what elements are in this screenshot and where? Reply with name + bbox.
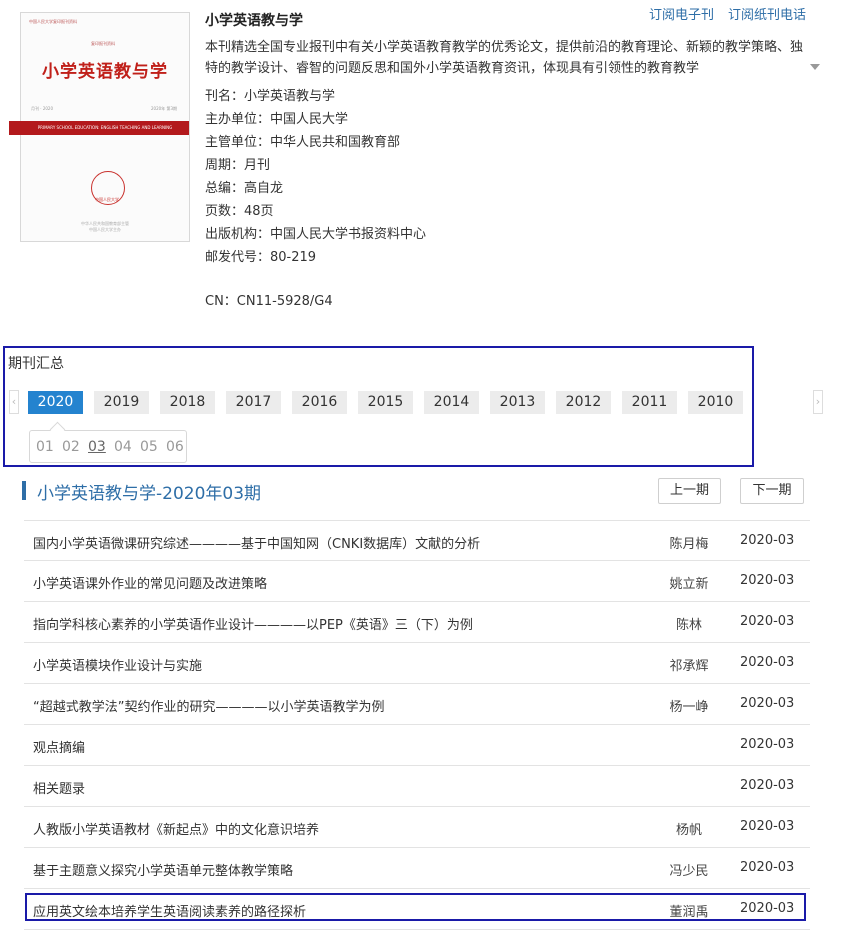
article-date: 2020-03 [740, 819, 795, 834]
article-date: 2020-03 [740, 860, 795, 875]
meta-sponsor: 主办单位：中国人民大学 [205, 112, 349, 127]
cover-band-text: PRIMARY SCHOOL EDUCATION: ENGLISH TEACHI… [37, 125, 173, 130]
article-title-link[interactable]: 相关题录 [33, 778, 643, 797]
article-date: 2020-03 [740, 533, 795, 548]
month-02[interactable]: 02 [62, 439, 82, 455]
article-title-link[interactable]: 基于主题意义探究小学英语单元整体教学策略 [33, 860, 643, 879]
article-date: 2020-03 [740, 778, 795, 793]
article-row: “超越式教学法”契约作业的研究————以小学英语教学为例 杨一峥 2020-03 [24, 684, 810, 725]
issue-title: 小学英语教与学-2020年03期 [37, 484, 262, 504]
article-row: 相关题录 2020-03 [24, 766, 810, 807]
article-date: 2020-03 [740, 696, 795, 711]
cover-sub-text: 复印报刊资料 [91, 41, 115, 46]
article-title-link[interactable]: 小学英语课外作业的常见问题及改进策略 [33, 573, 643, 592]
year-2013[interactable]: 2013 [490, 391, 545, 414]
article-date: 2020-03 [740, 573, 795, 588]
article-row: 小学英语模块作业设计与实施 祁承辉 2020-03 [24, 643, 810, 684]
year-2010[interactable]: 2010 [688, 391, 743, 414]
article-title-link[interactable]: 人教版小学英语教材《新起点》中的文化意识培养 [33, 819, 643, 838]
article-title-link[interactable]: “超越式教学法”契约作业的研究————以小学英语教学为例 [33, 696, 643, 715]
issue-title-accent-bar [22, 481, 26, 500]
article-list: 国内小学英语微课研究综述————基于中国知网（CNKI数据库）文献的分析 陈月梅… [24, 520, 810, 930]
cover-red-band: PRIMARY SCHOOL EDUCATION: ENGLISH TEACHI… [9, 121, 189, 135]
journal-cn: CN：CN11-5928/G4 [205, 294, 333, 309]
expand-description-icon[interactable] [810, 64, 820, 70]
meta-name: 刊名：小学英语教与学 [205, 89, 336, 104]
article-row: 指向学科核心素养的小学英语作业设计————以PEP《英语》三（下）为例 陈林 2… [24, 602, 810, 643]
cover-meta-right: 2020年 第3期 [151, 106, 177, 111]
article-author[interactable]: 杨一峥 [664, 696, 714, 715]
year-2011[interactable]: 2011 [622, 391, 677, 414]
meta-postcode: 邮发代号：80-219 [205, 250, 317, 265]
month-01[interactable]: 01 [36, 439, 56, 455]
year-list: 2020 2019 2018 2017 2016 2015 2014 2013 … [28, 391, 743, 414]
cover-top-text: 中国人民大学复印报刊资料 [29, 19, 77, 24]
year-2018[interactable]: 2018 [160, 391, 215, 414]
month-06[interactable]: 06 [166, 439, 186, 455]
article-author[interactable]: 祁承辉 [664, 655, 714, 674]
meta-supervisor: 主管单位：中华人民共和国教育部 [205, 135, 401, 150]
article-title-link[interactable]: 小学英语模块作业设计与实施 [33, 655, 643, 674]
prev-issue-button[interactable]: 上一期 [658, 478, 721, 504]
journal-cover[interactable]: 中国人民大学复印报刊资料 复印报刊资料 小学英语教与学 月刊 · 2020 20… [9, 12, 190, 242]
year-2015[interactable]: 2015 [358, 391, 413, 414]
year-prev-arrow-icon[interactable]: ‹ [9, 390, 19, 414]
article-author[interactable]: 杨帆 [664, 819, 714, 838]
article-date: 2020-03 [740, 614, 795, 629]
month-04[interactable]: 04 [114, 439, 134, 455]
article-row: 国内小学英语微课研究综述————基于中国知网（CNKI数据库）文献的分析 陈月梅… [24, 520, 810, 561]
journal-meta: 刊名：小学英语教与学 主办单位：中国人民大学 主管单位：中华人民共和国教育部 周… [205, 85, 426, 269]
archive-heading: 期刊汇总 [8, 356, 64, 372]
cover-title: 小学英语教与学 [42, 62, 168, 82]
article-row: 小学英语课外作业的常见问题及改进策略 姚立新 2020-03 [24, 561, 810, 602]
next-issue-button[interactable]: 下一期 [740, 478, 804, 504]
cover-meta-left: 月刊 · 2020 [31, 106, 53, 111]
journal-title: 小学英语教与学 [205, 13, 303, 29]
meta-editor: 总编：高自龙 [205, 181, 284, 196]
article-date: 2020-03 [740, 737, 795, 752]
meta-pages: 页数：48页 [205, 204, 274, 219]
article-author[interactable]: 陈林 [664, 614, 714, 633]
article-row: 人教版小学英语教材《新起点》中的文化意识培养 杨帆 2020-03 [24, 807, 810, 848]
year-2019[interactable]: 2019 [94, 391, 149, 414]
article-highlight-box [25, 893, 806, 921]
month-05[interactable]: 05 [140, 439, 160, 455]
article-author[interactable]: 冯少民 [664, 860, 714, 879]
cover-seal-text: 中国人民大学 [95, 197, 119, 202]
subscribe-e-link[interactable]: 订阅电子刊 [649, 8, 714, 23]
subscribe-paper-link[interactable]: 订阅纸刊电话 [728, 8, 806, 23]
month-03[interactable]: 03 [88, 439, 108, 455]
year-next-arrow-icon[interactable]: › [813, 390, 823, 414]
meta-cycle: 周期：月刊 [205, 158, 271, 173]
subscribe-links: 订阅电子刊 订阅纸刊电话 [635, 4, 806, 23]
article-date: 2020-03 [740, 655, 795, 670]
article-row: 基于主题意义探究小学英语单元整体教学策略 冯少民 2020-03 [24, 848, 810, 889]
article-author[interactable]: 陈月梅 [664, 533, 714, 552]
year-2020[interactable]: 2020 [28, 391, 83, 414]
article-title-link[interactable]: 指向学科核心素养的小学英语作业设计————以PEP《英语》三（下）为例 [33, 614, 643, 633]
journal-description: 本刊精选全国专业报刊中有关小学英语教育教学的优秀论文，提供前沿的教育理论、新颖的… [205, 40, 804, 76]
year-2012[interactable]: 2012 [556, 391, 611, 414]
meta-publisher: 出版机构：中国人民大学书报资料中心 [205, 227, 427, 242]
year-2016[interactable]: 2016 [292, 391, 347, 414]
year-2017[interactable]: 2017 [226, 391, 281, 414]
article-title-link[interactable]: 观点摘编 [33, 737, 643, 756]
cover-foot-2: 中国人民大学主办 [89, 227, 121, 232]
article-author[interactable]: 姚立新 [664, 573, 714, 592]
month-list: 01 02 03 04 05 06 [29, 430, 187, 463]
year-2014[interactable]: 2014 [424, 391, 479, 414]
article-row: 观点摘编 2020-03 [24, 725, 810, 766]
article-title-link[interactable]: 国内小学英语微课研究综述————基于中国知网（CNKI数据库）文献的分析 [33, 533, 643, 552]
